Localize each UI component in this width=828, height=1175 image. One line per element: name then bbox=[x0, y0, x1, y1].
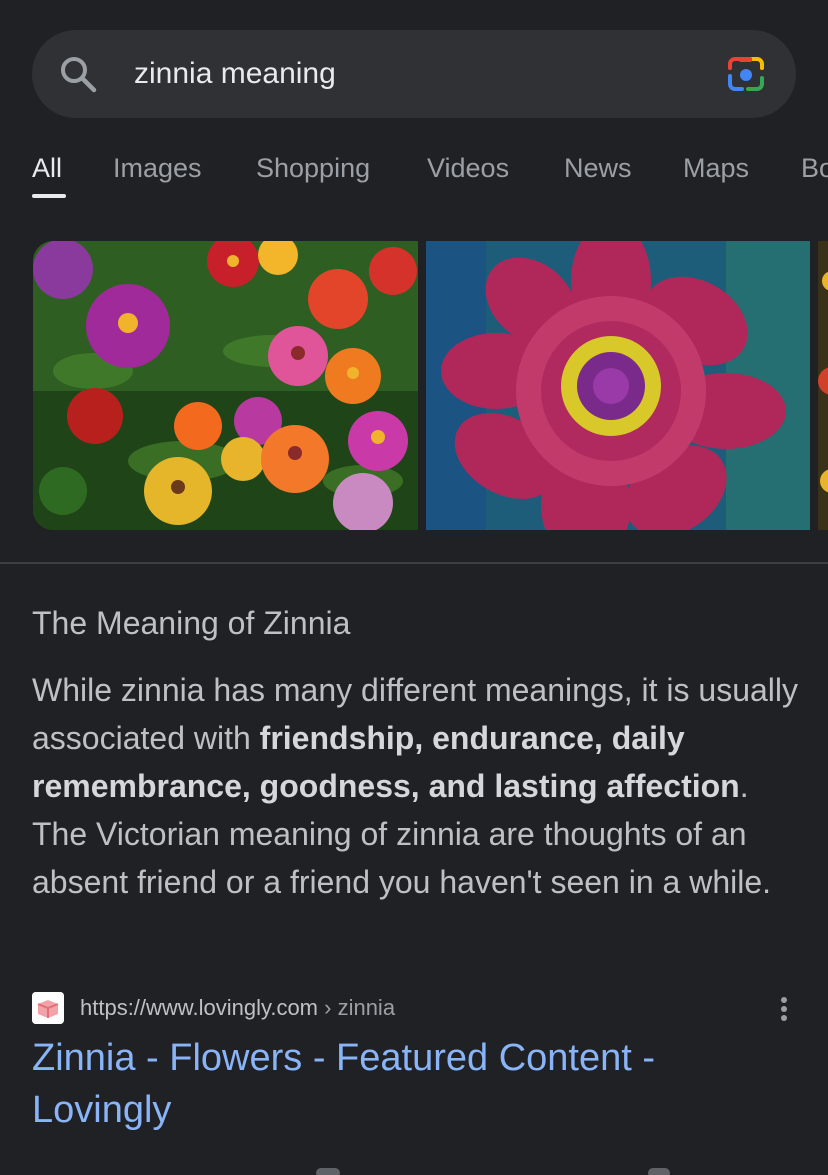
result-title-link[interactable]: Zinnia - Flowers - Featured Content - Lo… bbox=[32, 1032, 752, 1136]
result-domain: https://www.lovingly.com bbox=[80, 995, 319, 1020]
search-bar[interactable]: zinnia meaning bbox=[32, 30, 796, 118]
tab-shopping[interactable]: Shopping bbox=[256, 150, 370, 186]
tab-books[interactable]: Bo bbox=[801, 150, 828, 186]
next-result-partial bbox=[0, 1160, 828, 1175]
tab-news[interactable]: News bbox=[564, 150, 632, 186]
image-carousel[interactable] bbox=[33, 241, 828, 530]
result-source[interactable]: https://www.lovingly.com › zinnia bbox=[32, 990, 802, 1026]
tab-all[interactable]: All bbox=[32, 150, 62, 186]
lovingly-favicon bbox=[32, 992, 64, 1024]
search-input[interactable]: zinnia meaning bbox=[134, 56, 336, 92]
tab-active-indicator bbox=[32, 194, 66, 198]
tab-videos[interactable]: Videos bbox=[427, 150, 509, 186]
image-result-zinnia-field[interactable] bbox=[33, 241, 418, 530]
image-result-zinnia-closeup[interactable] bbox=[426, 241, 810, 530]
more-vert-icon[interactable] bbox=[776, 996, 792, 1024]
google-lens-icon[interactable] bbox=[724, 54, 768, 94]
result-url[interactable]: https://www.lovingly.com › zinnia bbox=[80, 994, 395, 1022]
search-icon[interactable] bbox=[58, 54, 98, 94]
tab-images[interactable]: Images bbox=[113, 150, 202, 186]
image-result-zinnia-partial[interactable] bbox=[818, 241, 828, 530]
snippet-text: While zinnia has many different meanings… bbox=[32, 666, 802, 906]
tab-maps[interactable]: Maps bbox=[683, 150, 749, 186]
result-path: › zinnia bbox=[318, 995, 396, 1020]
section-divider bbox=[0, 562, 828, 564]
search-tabs: All Images Shopping Videos News Maps Bo bbox=[32, 150, 828, 200]
snippet-title: The Meaning of Zinnia bbox=[32, 605, 351, 641]
